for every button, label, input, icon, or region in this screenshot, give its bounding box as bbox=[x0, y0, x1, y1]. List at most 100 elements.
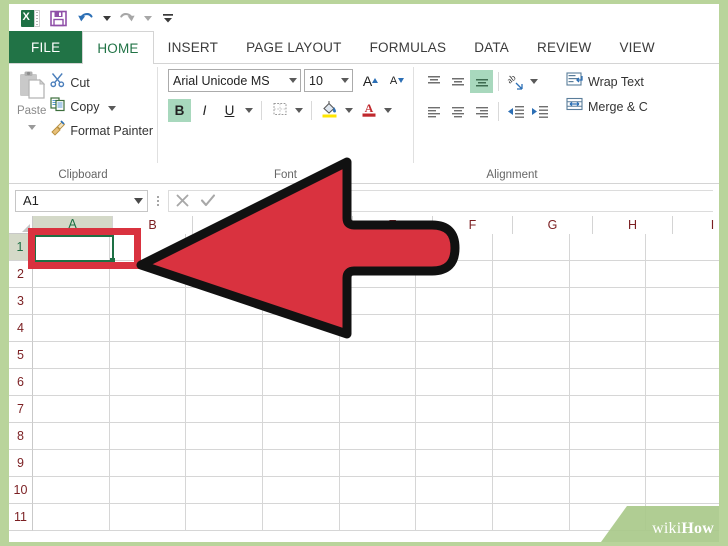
name-box[interactable]: A1 bbox=[15, 189, 148, 212]
cell-D6[interactable] bbox=[263, 369, 340, 396]
cell-I6[interactable] bbox=[646, 369, 719, 396]
cell-D1[interactable] bbox=[263, 234, 340, 261]
cell-G3[interactable] bbox=[493, 288, 570, 315]
column-header-e[interactable]: E bbox=[353, 216, 433, 234]
cell-F8[interactable] bbox=[416, 423, 494, 450]
cell-B3[interactable] bbox=[109, 288, 187, 315]
cell-I8[interactable] bbox=[646, 423, 719, 450]
tab-formulas[interactable]: FORMULAS bbox=[356, 31, 461, 63]
font-color-dropdown-icon[interactable] bbox=[382, 99, 394, 122]
cell-A7[interactable] bbox=[33, 396, 110, 423]
cell-D9[interactable] bbox=[263, 450, 340, 477]
cell-A11[interactable] bbox=[33, 504, 110, 531]
cell-H1[interactable] bbox=[569, 234, 647, 261]
copy-dropdown-icon[interactable] bbox=[107, 98, 116, 116]
tab-data[interactable]: DATA bbox=[460, 31, 523, 63]
increase-font-size-button[interactable]: A bbox=[356, 69, 379, 92]
cell-F11[interactable] bbox=[416, 504, 494, 531]
redo-icon[interactable] bbox=[114, 7, 140, 29]
cell-grid[interactable] bbox=[33, 234, 719, 542]
row-header-4[interactable]: 4 bbox=[9, 315, 33, 342]
column-header-i[interactable]: I bbox=[673, 216, 719, 234]
cell-C11[interactable] bbox=[186, 504, 264, 531]
cell-G1[interactable] bbox=[493, 234, 570, 261]
cell-E5[interactable] bbox=[339, 342, 417, 369]
cell-C9[interactable] bbox=[186, 450, 264, 477]
cell-D4[interactable] bbox=[263, 315, 340, 342]
italic-button[interactable]: I bbox=[193, 99, 216, 122]
align-left-button[interactable] bbox=[422, 100, 445, 123]
row-header-3[interactable]: 3 bbox=[9, 288, 33, 315]
cell-G7[interactable] bbox=[493, 396, 570, 423]
cell-C5[interactable] bbox=[186, 342, 264, 369]
cell-B7[interactable] bbox=[109, 396, 187, 423]
cell-F10[interactable] bbox=[416, 477, 494, 504]
cell-B11[interactable] bbox=[109, 504, 187, 531]
row-header-11[interactable]: 11 bbox=[9, 504, 33, 531]
cell-B8[interactable] bbox=[109, 423, 187, 450]
tab-file[interactable]: FILE bbox=[9, 31, 83, 63]
column-header-g[interactable]: G bbox=[513, 216, 593, 234]
font-size-dropdown-icon[interactable] bbox=[337, 78, 352, 83]
decrease-indent-button[interactable] bbox=[504, 100, 527, 123]
cell-B9[interactable] bbox=[109, 450, 187, 477]
tab-view[interactable]: VIEW bbox=[605, 31, 668, 63]
formula-bar-drag-handle[interactable] bbox=[148, 190, 168, 212]
cell-G2[interactable] bbox=[493, 261, 570, 288]
cell-H6[interactable] bbox=[569, 369, 647, 396]
row-header-8[interactable]: 8 bbox=[9, 423, 33, 450]
cell-E9[interactable] bbox=[339, 450, 417, 477]
cut-button[interactable]: Cut bbox=[50, 72, 153, 93]
cell-B4[interactable] bbox=[109, 315, 187, 342]
cell-H10[interactable] bbox=[569, 477, 647, 504]
cell-A6[interactable] bbox=[33, 369, 110, 396]
cell-H7[interactable] bbox=[569, 396, 647, 423]
underline-dropdown-icon[interactable] bbox=[243, 99, 255, 122]
copy-button[interactable]: Copy bbox=[50, 96, 153, 117]
undo-dropdown-icon[interactable] bbox=[101, 7, 112, 29]
underline-button[interactable]: U bbox=[218, 99, 241, 122]
merge-center-button[interactable]: Merge & C bbox=[561, 94, 648, 119]
customize-qat-icon[interactable] bbox=[155, 7, 181, 29]
cell-E2[interactable] bbox=[339, 261, 417, 288]
cell-E4[interactable] bbox=[339, 315, 417, 342]
redo-dropdown-icon[interactable] bbox=[142, 7, 153, 29]
cell-C4[interactable] bbox=[186, 315, 264, 342]
format-painter-button[interactable]: Format Painter bbox=[50, 120, 153, 141]
align-right-button[interactable] bbox=[470, 100, 493, 123]
paste-button[interactable]: Paste bbox=[13, 69, 50, 166]
tab-insert[interactable]: INSERT bbox=[154, 31, 232, 63]
cell-D3[interactable] bbox=[263, 288, 340, 315]
cell-I2[interactable] bbox=[646, 261, 719, 288]
cell-C7[interactable] bbox=[186, 396, 264, 423]
cell-I1[interactable] bbox=[646, 234, 719, 261]
orientation-dropdown-icon[interactable] bbox=[528, 70, 540, 93]
cell-E8[interactable] bbox=[339, 423, 417, 450]
cell-I3[interactable] bbox=[646, 288, 719, 315]
cell-H2[interactable] bbox=[569, 261, 647, 288]
cell-G8[interactable] bbox=[493, 423, 570, 450]
cell-D7[interactable] bbox=[263, 396, 340, 423]
cell-C10[interactable] bbox=[186, 477, 264, 504]
cell-D8[interactable] bbox=[263, 423, 340, 450]
save-icon[interactable] bbox=[45, 7, 71, 29]
cell-D5[interactable] bbox=[263, 342, 340, 369]
align-top-button[interactable] bbox=[422, 70, 445, 93]
cell-H5[interactable] bbox=[569, 342, 647, 369]
cell-G11[interactable] bbox=[493, 504, 570, 531]
cell-G6[interactable] bbox=[493, 369, 570, 396]
column-header-c[interactable]: C bbox=[193, 216, 273, 234]
cell-B5[interactable] bbox=[109, 342, 187, 369]
undo-icon[interactable] bbox=[73, 7, 99, 29]
cell-C6[interactable] bbox=[186, 369, 264, 396]
cell-F7[interactable] bbox=[416, 396, 494, 423]
cell-H9[interactable] bbox=[569, 450, 647, 477]
font-name-dropdown-icon[interactable] bbox=[285, 78, 300, 83]
bold-button[interactable]: B bbox=[168, 99, 191, 122]
cell-F3[interactable] bbox=[416, 288, 494, 315]
cell-D2[interactable] bbox=[263, 261, 340, 288]
cell-C2[interactable] bbox=[186, 261, 264, 288]
font-color-button[interactable]: A bbox=[357, 99, 380, 122]
tab-page-layout[interactable]: PAGE LAYOUT bbox=[232, 31, 355, 63]
cell-I4[interactable] bbox=[646, 315, 719, 342]
